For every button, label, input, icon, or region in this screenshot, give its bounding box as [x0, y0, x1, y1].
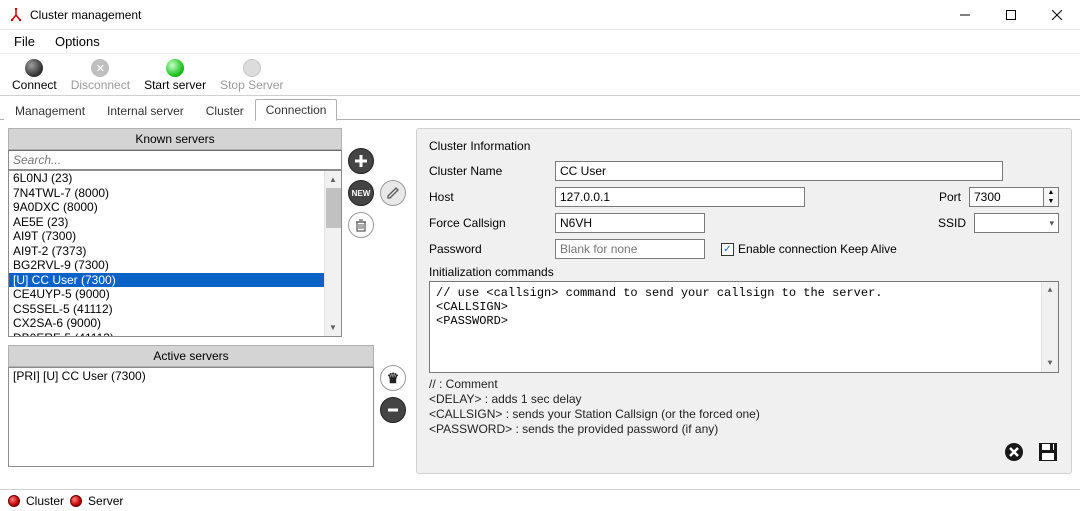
port-field[interactable]	[969, 187, 1043, 207]
save-button[interactable]	[1035, 439, 1061, 465]
new-icon: NEW	[352, 189, 371, 198]
list-item[interactable]: AI9T (7300)	[9, 229, 341, 244]
init-commands-textarea[interactable]: // use <callsign> command to send your c…	[429, 281, 1059, 373]
minimize-button[interactable]	[942, 0, 988, 30]
start-server-icon	[166, 59, 184, 77]
keep-alive-checkbox[interactable]: ✓	[721, 243, 734, 256]
label-ssid: SSID	[938, 216, 966, 230]
status-server-label: Server	[88, 494, 123, 508]
menu-options[interactable]: Options	[47, 32, 108, 51]
toolbar-label: Start server	[144, 78, 206, 92]
scroll-up-icon[interactable]: ▲	[1042, 282, 1059, 299]
port-up-icon[interactable]: ▲	[1044, 188, 1058, 197]
tab-internal-server[interactable]: Internal server	[96, 100, 195, 121]
cluster-info-panel: Cluster Information Cluster Name Host Po…	[416, 128, 1072, 474]
new-server-badge[interactable]: NEW	[348, 180, 374, 206]
discard-button[interactable]	[1001, 439, 1027, 465]
add-server-button[interactable]	[348, 148, 374, 174]
label-keep-alive: Enable connection Keep Alive	[738, 242, 897, 256]
remove-active-button[interactable]	[380, 397, 406, 423]
status-cluster-label: Cluster	[26, 494, 64, 508]
pencil-icon	[386, 186, 400, 200]
stop-server-button[interactable]: Stop Server	[214, 59, 289, 92]
list-item[interactable]: CS5SEL-5 (41112)	[9, 302, 341, 317]
save-icon	[1037, 441, 1059, 463]
menu-file[interactable]: File	[6, 32, 43, 51]
trash-icon	[354, 218, 368, 232]
tab-strip: Management Internal server Cluster Conne…	[0, 96, 1080, 120]
scrollbar[interactable]: ▲▼	[1041, 282, 1058, 372]
password-field[interactable]	[555, 239, 705, 259]
host-field[interactable]	[555, 187, 805, 207]
port-stepper[interactable]: ▲▼	[969, 187, 1059, 207]
list-item[interactable]: 7N4TWL-7 (8000)	[9, 186, 341, 201]
start-server-button[interactable]: Start server	[138, 59, 212, 92]
tab-cluster[interactable]: Cluster	[195, 100, 255, 121]
list-item[interactable]: BG2RVL-9 (7300)	[9, 258, 341, 273]
active-servers-header: Active servers	[8, 345, 374, 367]
active-servers-list[interactable]: [PRI] [U] CC User (7300)	[8, 367, 374, 467]
force-callsign-field[interactable]	[555, 213, 705, 233]
list-item[interactable]: [U] CC User (7300)	[9, 273, 341, 288]
minus-icon	[386, 403, 400, 417]
label-cluster-name: Cluster Name	[429, 164, 547, 178]
list-item[interactable]: CX2SA-6 (9000)	[9, 316, 341, 331]
title-bar: Cluster management	[0, 0, 1080, 30]
init-commands-hint: // : Comment <DELAY> : adds 1 sec delay …	[429, 377, 1059, 437]
label-host: Host	[429, 190, 547, 204]
menu-bar: File Options	[0, 30, 1080, 54]
toolbar: Connect ✕ Disconnect Start server Stop S…	[0, 54, 1080, 96]
cancel-icon	[1003, 441, 1025, 463]
init-commands-text: // use <callsign> command to send your c…	[436, 286, 882, 328]
edit-server-button[interactable]	[380, 180, 406, 206]
toolbar-label: Disconnect	[71, 78, 130, 92]
connect-button[interactable]: Connect	[6, 59, 63, 92]
label-password: Password	[429, 242, 547, 256]
scroll-up-icon[interactable]: ▲	[325, 171, 342, 188]
ssid-select[interactable]: ▾	[974, 213, 1059, 233]
toolbar-label: Connect	[12, 78, 57, 92]
chevron-down-icon: ▾	[1049, 218, 1054, 229]
known-servers-list[interactable]: 6L0NJ (23)7N4TWL-7 (8000)9A0DXC (8000)AE…	[8, 170, 342, 337]
list-item[interactable]: AI9T-2 (7373)	[9, 244, 341, 259]
search-input[interactable]	[8, 150, 342, 170]
connect-icon	[25, 59, 43, 77]
disconnect-button[interactable]: ✕ Disconnect	[65, 59, 136, 92]
port-down-icon[interactable]: ▼	[1044, 197, 1058, 206]
close-button[interactable]	[1034, 0, 1080, 30]
scroll-thumb[interactable]	[326, 188, 341, 228]
scrollbar[interactable]: ▲ ▼	[324, 171, 341, 336]
maximize-button[interactable]	[988, 0, 1034, 30]
list-item[interactable]: DB0ERF-5 (41113)	[9, 331, 341, 338]
label-init-commands: Initialization commands	[429, 265, 1059, 279]
toolbar-label: Stop Server	[220, 78, 283, 92]
window-title: Cluster management	[30, 8, 141, 22]
list-item[interactable]: CE4UYP-5 (9000)	[9, 287, 341, 302]
tab-connection[interactable]: Connection	[255, 99, 338, 121]
scroll-down-icon[interactable]: ▼	[1042, 355, 1059, 372]
status-bar: Cluster Server	[0, 489, 1080, 511]
tab-management[interactable]: Management	[4, 100, 96, 121]
cluster-status-led	[8, 495, 20, 507]
server-status-led	[70, 495, 82, 507]
set-primary-button[interactable]: ♛	[380, 365, 406, 391]
disconnect-icon: ✕	[91, 59, 109, 77]
cluster-info-title: Cluster Information	[429, 139, 1059, 153]
list-item[interactable]: 9A0DXC (8000)	[9, 200, 341, 215]
scroll-down-icon[interactable]: ▼	[325, 319, 342, 336]
list-item[interactable]: [PRI] [U] CC User (7300)	[9, 368, 373, 384]
stop-server-icon	[243, 59, 261, 77]
label-port: Port	[939, 190, 961, 204]
app-icon	[8, 7, 24, 23]
crown-icon: ♛	[387, 370, 400, 387]
cluster-name-field[interactable]	[555, 161, 1003, 181]
list-item[interactable]: AE5E (23)	[9, 215, 341, 230]
label-force-callsign: Force Callsign	[429, 216, 547, 230]
list-item[interactable]: 6L0NJ (23)	[9, 171, 341, 186]
plus-icon	[354, 154, 368, 168]
delete-server-button[interactable]	[348, 212, 374, 238]
known-servers-header: Known servers	[8, 128, 342, 150]
